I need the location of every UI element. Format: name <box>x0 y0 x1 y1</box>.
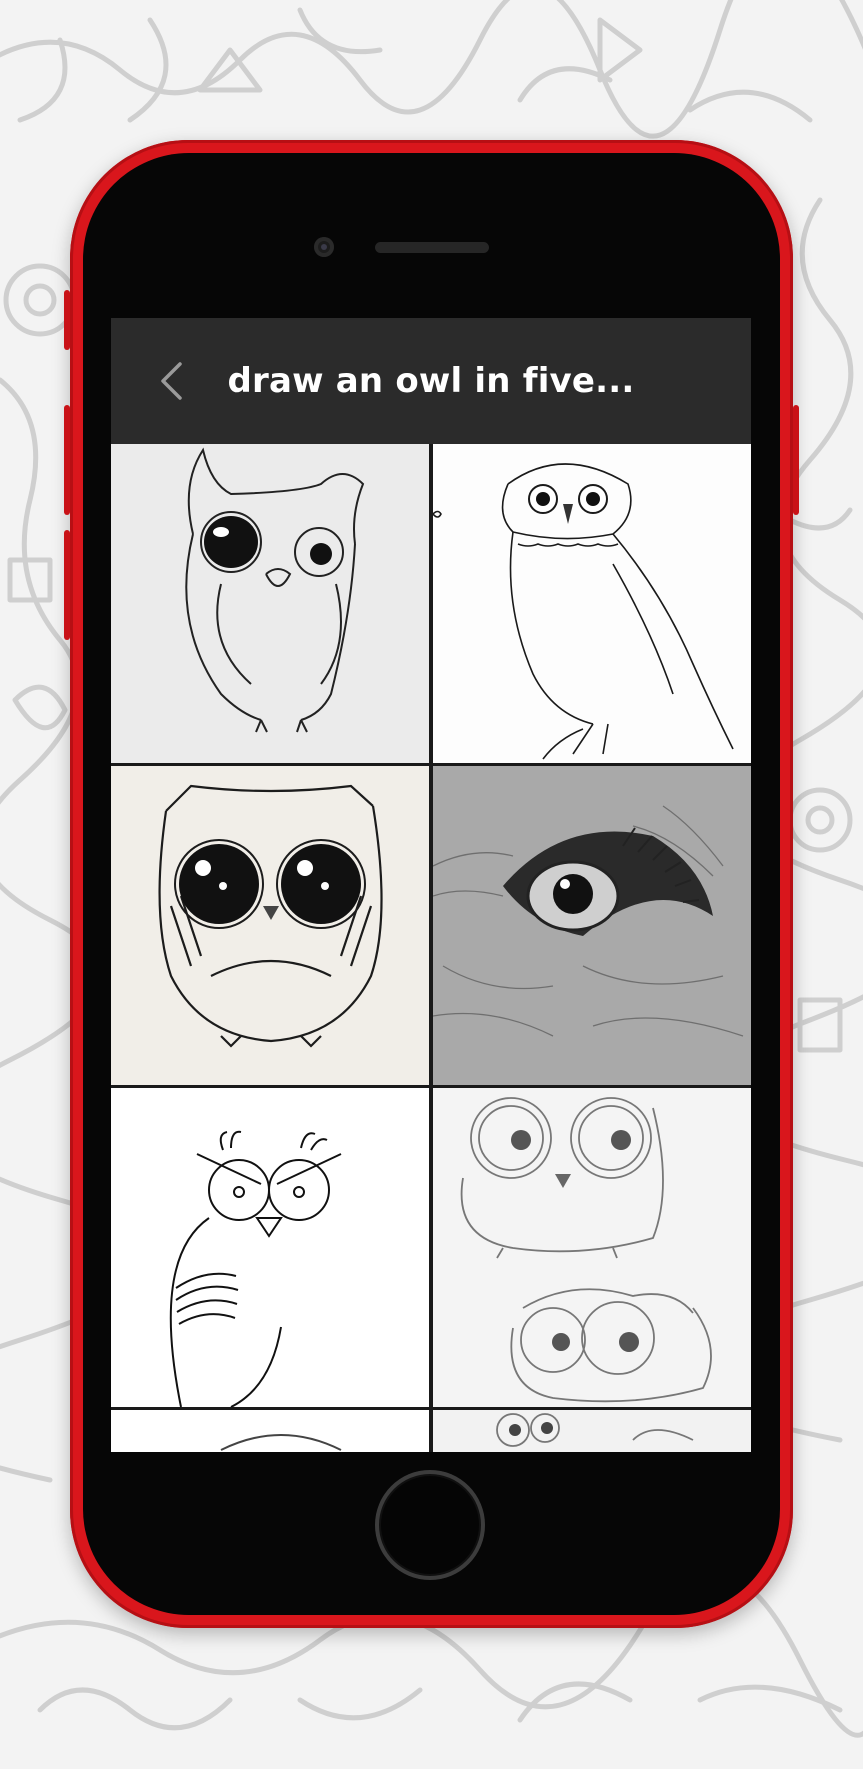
app-bar: draw an owl in five... <box>111 318 751 444</box>
gallery-item-owl-drawing-pencil-sketch-pair[interactable] <box>433 1088 751 1407</box>
gallery-item-owl-drawing-eye-closeup[interactable] <box>433 766 751 1085</box>
owl-drawing-image <box>111 444 429 763</box>
owl-drawing-image <box>433 444 751 763</box>
owl-drawing-image <box>433 766 751 1085</box>
gallery-item-owl-drawing-partial-1[interactable] <box>111 1410 429 1452</box>
owl-drawing-image <box>111 1410 429 1452</box>
earpiece-speaker <box>375 242 489 253</box>
chevron-left-icon[interactable] <box>151 361 191 401</box>
owl-drawing-image <box>433 1088 751 1407</box>
owl-drawing-image <box>111 766 429 1085</box>
power-button <box>793 405 799 515</box>
volume-up-button <box>64 290 70 350</box>
drawing-gallery-grid <box>111 444 751 1452</box>
gallery-item-owl-drawing-realistic-perched[interactable] <box>433 444 751 763</box>
gallery-item-owl-drawing-partial-2[interactable] <box>433 1410 751 1452</box>
home-button[interactable] <box>375 1470 485 1580</box>
owl-drawing-image <box>111 1088 429 1407</box>
mute-switch <box>64 530 70 640</box>
owl-drawing-image <box>433 1410 751 1452</box>
gallery-item-owl-drawing-simple-lines[interactable] <box>111 1088 429 1407</box>
front-camera <box>314 237 334 257</box>
page-title: draw an owl in five... <box>227 361 635 401</box>
app-screen: draw an owl in five... <box>111 318 751 1452</box>
gallery-item-owl-drawing-cute-shaded[interactable] <box>111 766 429 1085</box>
gallery-item-owl-drawing-cartoon-big-eye[interactable] <box>111 444 429 763</box>
volume-down-button <box>64 405 70 515</box>
